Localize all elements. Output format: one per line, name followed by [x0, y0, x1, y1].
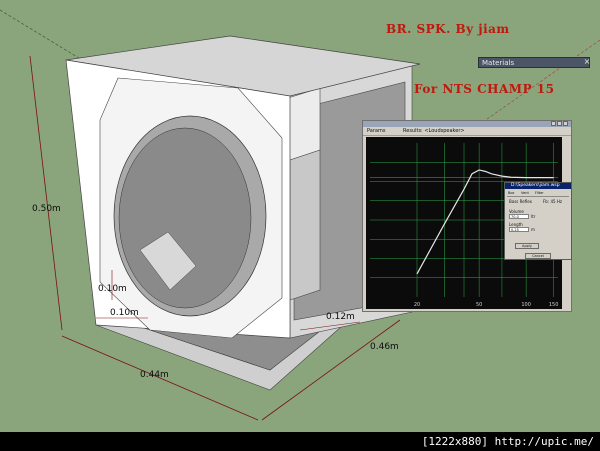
toolbar-item-params[interactable]: Params — [367, 127, 385, 135]
minimize-icon[interactable] — [551, 121, 556, 126]
tab-vent[interactable]: Vent — [521, 191, 529, 195]
tab-filter[interactable]: Filter — [535, 191, 544, 195]
dim-label-port-horizontal: 0.10m — [110, 308, 139, 318]
close-icon[interactable] — [563, 121, 568, 126]
vent-section-label: Bass Reflex — [509, 199, 532, 204]
close-icon[interactable]: × — [583, 56, 591, 67]
apply-button[interactable]: Apply — [515, 243, 539, 249]
dim-line-height — [29, 55, 63, 331]
dim-label-port-vertical: 0.10m — [98, 284, 127, 294]
dim-label-height: 0.50m — [32, 204, 61, 214]
model-subtitle: For NTS CHAMP 15 — [414, 82, 555, 96]
dialog-tabbar: Box Vent Filter — [507, 191, 569, 197]
x-tick-label-1: 50 — [476, 302, 482, 308]
sketchup-viewport[interactable]: BR. SPK. By jiam For NTS CHAMP 15 Materi… — [0, 0, 600, 432]
x-tick-label-3: 150 — [549, 302, 559, 308]
x-tick-label-2: 100 — [521, 302, 531, 308]
maximize-icon[interactable] — [557, 121, 562, 126]
model-title: BR. SPK. By jiam — [386, 22, 510, 36]
box-params-dialog[interactable]: D:\Speakers\jiam.wsp Box Vent Filter Bas… — [504, 182, 572, 260]
length-unit: m — [531, 227, 535, 232]
toolbar-item-results[interactable]: Results: <Loudspeaker> — [403, 127, 465, 135]
dialog-titlebar[interactable]: D:\Speakers\jiam.wsp — [505, 183, 571, 189]
dim-label-width: 0.44m — [140, 370, 169, 380]
driver-cutout-inner — [118, 127, 252, 309]
dim-label-depth: 0.46m — [370, 342, 399, 352]
port-divider — [289, 149, 321, 301]
materials-panel[interactable]: Materials — [478, 57, 590, 68]
cancel-button[interactable]: Cancel — [525, 253, 551, 259]
fb-label: Fb: 45 Hz — [543, 199, 562, 204]
x-tick-label-0: 20 — [414, 302, 420, 308]
tab-box[interactable]: Box — [508, 191, 515, 195]
image-watermark: [1222x880] http://upic.me/ — [421, 435, 594, 448]
volume-unit: ltr — [531, 214, 536, 219]
length-field[interactable]: 0.25 — [509, 227, 529, 232]
volume-field[interactable]: 70.0 — [509, 214, 529, 219]
dim-label-port-width: 0.12m — [326, 312, 355, 322]
dialog-title: D:\Speakers\jiam.wsp — [511, 183, 560, 188]
graph-toolbar: Params Results: <Loudspeaker> — [363, 127, 571, 136]
